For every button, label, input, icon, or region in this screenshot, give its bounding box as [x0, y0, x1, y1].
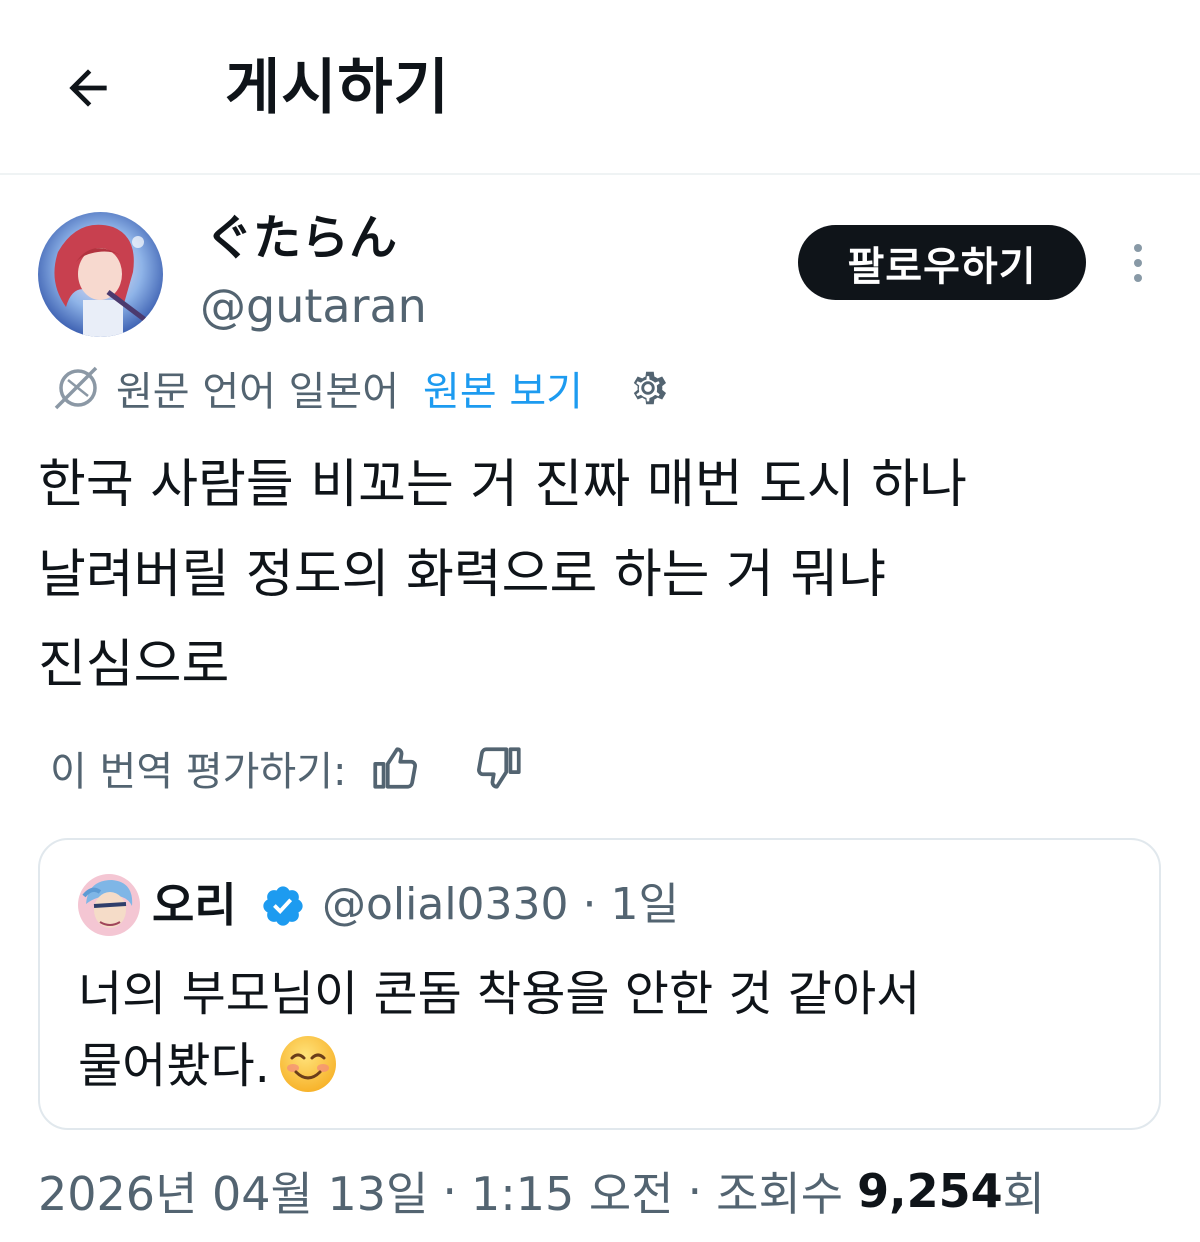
rate-translation: 이 번역 평가하기:	[50, 738, 525, 798]
post-text-line: 진심으로	[38, 635, 230, 695]
quoted-author-name: 오리	[152, 878, 237, 932]
meta-separator: ·	[687, 1164, 703, 1218]
back-button[interactable]	[52, 52, 124, 124]
thumbs-up-icon[interactable]	[369, 743, 419, 793]
views-suffix: 회	[1002, 1167, 1045, 1221]
views-count: 9,254	[857, 1164, 1003, 1218]
quoted-author-handle-time: @olial0330 · 1일	[322, 879, 679, 930]
post-meta: 2026년 04월 13일 · 1:15 오전 · 조회수 9,254 회	[38, 1160, 1045, 1222]
rate-translation-label: 이 번역 평가하기:	[50, 749, 347, 795]
post-date: 2026년 04월 13일	[38, 1167, 429, 1221]
arrow-left-icon	[69, 69, 107, 107]
post-body: 한국 사람들 비꼬는 거 진짜 매번 도시 하나 날려버릴 정도의 화력으로 하…	[38, 440, 1148, 710]
avatar-image	[78, 874, 140, 936]
meta-separator: ·	[442, 1164, 457, 1218]
smiling-face-emoji-icon	[279, 1036, 336, 1092]
dot-icon	[1134, 259, 1142, 267]
dot-icon	[1134, 274, 1142, 282]
quoted-text-line: 물어봤다.	[78, 1030, 920, 1102]
post-text-line: 한국 사람들 비꼬는 거 진짜 매번 도시 하나	[38, 455, 967, 515]
quoted-author-avatar[interactable]	[78, 874, 140, 936]
more-options-button[interactable]	[1118, 238, 1158, 288]
author-handle[interactable]: @gutaran	[200, 276, 427, 336]
verified-badge-icon	[263, 886, 303, 926]
quoted-text-line: 너의 부모님이 콘돔 착용을 안한 것 같아서	[78, 966, 921, 1022]
original-language-label: 원문 언어 일본어	[116, 369, 400, 415]
thumbs-down-icon[interactable]	[475, 743, 525, 793]
page-title: 게시하기	[225, 53, 450, 123]
views-label: 조회수	[716, 1167, 844, 1221]
post-time: 1:15 오전	[470, 1167, 674, 1221]
author-avatar[interactable]	[38, 212, 163, 337]
avatar-image	[38, 212, 163, 337]
post-detail-page: 게시하기 ぐたらん @gutaran 팔로우하기 원문 언어 일본어 원본 보기…	[0, 0, 1200, 1242]
gear-icon[interactable]	[625, 365, 671, 411]
translate-globe-icon	[54, 366, 98, 410]
quoted-post[interactable]: 오리 @olial0330 · 1일 너의 부모님이 콘돔 착용을 안한 것 같…	[38, 838, 1161, 1130]
post-text-line: 날려버릴 정도의 화력으로 하는 거 뭐냐	[38, 545, 887, 605]
follow-button[interactable]: 팔로우하기	[798, 225, 1086, 300]
top-bar: 게시하기	[0, 0, 1200, 175]
quoted-post-body: 너의 부모님이 콘돔 착용을 안한 것 같아서 물어봤다.	[78, 958, 920, 1102]
author-display-name[interactable]: ぐたらん	[205, 208, 397, 268]
quoted-text-line-content: 물어봤다.	[78, 1038, 270, 1094]
translation-info: 원문 언어 일본어 원본 보기	[50, 360, 671, 416]
dot-icon	[1134, 244, 1142, 252]
view-original-link[interactable]: 원본 보기	[423, 359, 583, 417]
